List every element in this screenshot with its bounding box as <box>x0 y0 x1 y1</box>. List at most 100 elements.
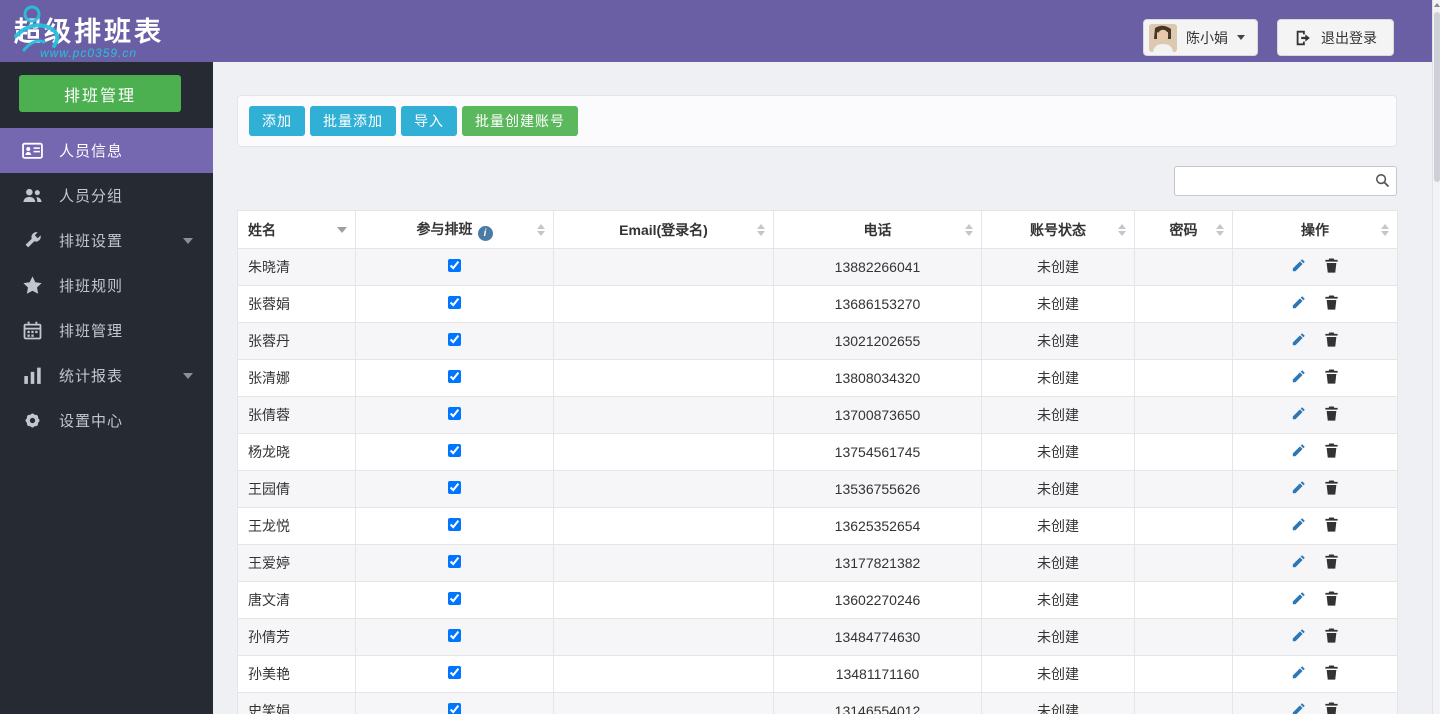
edit-button[interactable] <box>1290 257 1307 277</box>
column-header-email[interactable]: Email(登录名) <box>554 211 774 249</box>
delete-button[interactable] <box>1323 627 1340 647</box>
scrollbar-thumb[interactable] <box>1434 12 1440 182</box>
edit-button[interactable] <box>1290 331 1307 351</box>
scroll-up-arrow-icon[interactable] <box>1433 0 1440 10</box>
edit-button[interactable] <box>1290 664 1307 684</box>
cell-scheduled <box>356 434 554 471</box>
scheduled-checkbox[interactable] <box>448 518 461 531</box>
delete-button[interactable] <box>1323 701 1340 714</box>
scheduled-checkbox[interactable] <box>448 296 461 309</box>
delete-icon <box>1323 294 1340 314</box>
sidebar-item-label: 统计报表 <box>59 365 123 386</box>
sidebar-menu: 人员信息人员分组排班设置排班规则排班管理统计报表设置中心 <box>0 128 213 443</box>
cell-account-status: 未创建 <box>982 545 1135 582</box>
delete-button[interactable] <box>1323 331 1340 351</box>
edit-button[interactable] <box>1290 553 1307 573</box>
cell-actions <box>1233 323 1398 360</box>
scheduled-checkbox[interactable] <box>448 629 461 642</box>
search-input[interactable] <box>1174 166 1397 196</box>
cell-password <box>1135 286 1233 323</box>
cell-phone: 13754561745 <box>774 434 982 471</box>
sidebar-item-schedule-management[interactable]: 排班管理 <box>0 308 213 353</box>
import-button[interactable]: 导入 <box>401 106 457 136</box>
column-header-name[interactable]: 姓名 <box>238 211 356 249</box>
column-header-password[interactable]: 密码 <box>1135 211 1233 249</box>
delete-button[interactable] <box>1323 405 1340 425</box>
delete-icon <box>1323 516 1340 536</box>
delete-button[interactable] <box>1323 368 1340 388</box>
edit-icon <box>1290 664 1307 684</box>
cell-name: 孙美艳 <box>238 656 356 693</box>
sidebar-item-personnel-info[interactable]: 人员信息 <box>0 128 213 173</box>
cell-name: 张倩蓉 <box>238 397 356 434</box>
logout-button[interactable]: 退出登录 <box>1277 19 1394 56</box>
column-label: 操作 <box>1301 222 1329 238</box>
sort-icons <box>1118 224 1126 236</box>
scheduled-checkbox[interactable] <box>448 370 461 383</box>
sidebar-item-label: 排班管理 <box>59 320 123 341</box>
scheduled-checkbox[interactable] <box>448 703 461 714</box>
sidebar-item-settings-center[interactable]: 设置中心 <box>0 398 213 443</box>
column-header-actions[interactable]: 操作 <box>1233 211 1398 249</box>
table-row: 王龙悦13625352654未创建 <box>238 508 1398 545</box>
edit-button[interactable] <box>1290 294 1307 314</box>
edit-button[interactable] <box>1290 701 1307 714</box>
delete-button[interactable] <box>1323 442 1340 462</box>
cell-email <box>554 545 774 582</box>
scheduled-checkbox[interactable] <box>448 592 461 605</box>
column-header-phone[interactable]: 电话 <box>774 211 982 249</box>
edit-button[interactable] <box>1290 516 1307 536</box>
sidebar-item-statistics-reports[interactable]: 统计报表 <box>0 353 213 398</box>
column-header-account-status[interactable]: 账号状态 <box>982 211 1135 249</box>
delete-button[interactable] <box>1323 664 1340 684</box>
sidebar-item-schedule-settings[interactable]: 排班设置 <box>0 218 213 263</box>
sort-icons <box>757 224 765 236</box>
vertical-scrollbar[interactable] <box>1432 0 1440 714</box>
gear-icon <box>21 410 43 432</box>
search-icon[interactable] <box>1375 173 1390 188</box>
sidebar-item-personnel-groups[interactable]: 人员分组 <box>0 173 213 218</box>
delete-button[interactable] <box>1323 257 1340 277</box>
batch-add-button[interactable]: 批量添加 <box>310 106 396 136</box>
schedule-management-button[interactable]: 排班管理 <box>19 75 181 112</box>
user-menu-button[interactable]: 陈小娟 <box>1143 19 1258 56</box>
edit-button[interactable] <box>1290 590 1307 610</box>
scheduled-checkbox[interactable] <box>448 407 461 420</box>
cell-email <box>554 656 774 693</box>
cell-name: 张清娜 <box>238 360 356 397</box>
cell-scheduled <box>356 397 554 434</box>
cell-email <box>554 249 774 286</box>
edit-button[interactable] <box>1290 479 1307 499</box>
chart-icon <box>21 365 43 387</box>
info-icon[interactable]: i <box>478 226 493 241</box>
sidebar-item-schedule-rules[interactable]: 排班规则 <box>0 263 213 308</box>
cell-phone: 13686153270 <box>774 286 982 323</box>
cell-password <box>1135 656 1233 693</box>
cell-phone: 13625352654 <box>774 508 982 545</box>
batch-create-accounts-button[interactable]: 批量创建账号 <box>462 106 578 136</box>
delete-button[interactable] <box>1323 590 1340 610</box>
table-row: 孙倩芳13484774630未创建 <box>238 619 1398 656</box>
scheduled-checkbox[interactable] <box>448 666 461 679</box>
column-header-scheduled[interactable]: 参与排班i <box>356 211 554 249</box>
edit-button[interactable] <box>1290 368 1307 388</box>
delete-button[interactable] <box>1323 553 1340 573</box>
cell-name: 王园倩 <box>238 471 356 508</box>
delete-button[interactable] <box>1323 516 1340 536</box>
logout-icon <box>1294 29 1312 47</box>
toolbar: 添加批量添加导入批量创建账号 <box>237 95 1397 147</box>
cell-password <box>1135 471 1233 508</box>
scheduled-checkbox[interactable] <box>448 481 461 494</box>
delete-button[interactable] <box>1323 479 1340 499</box>
scheduled-checkbox[interactable] <box>448 555 461 568</box>
edit-button[interactable] <box>1290 627 1307 647</box>
cell-scheduled <box>356 693 554 714</box>
scheduled-checkbox[interactable] <box>448 333 461 346</box>
sort-icons <box>537 224 545 236</box>
scheduled-checkbox[interactable] <box>448 444 461 457</box>
add-button[interactable]: 添加 <box>249 106 305 136</box>
delete-button[interactable] <box>1323 294 1340 314</box>
edit-button[interactable] <box>1290 405 1307 425</box>
edit-button[interactable] <box>1290 442 1307 462</box>
scheduled-checkbox[interactable] <box>448 259 461 272</box>
